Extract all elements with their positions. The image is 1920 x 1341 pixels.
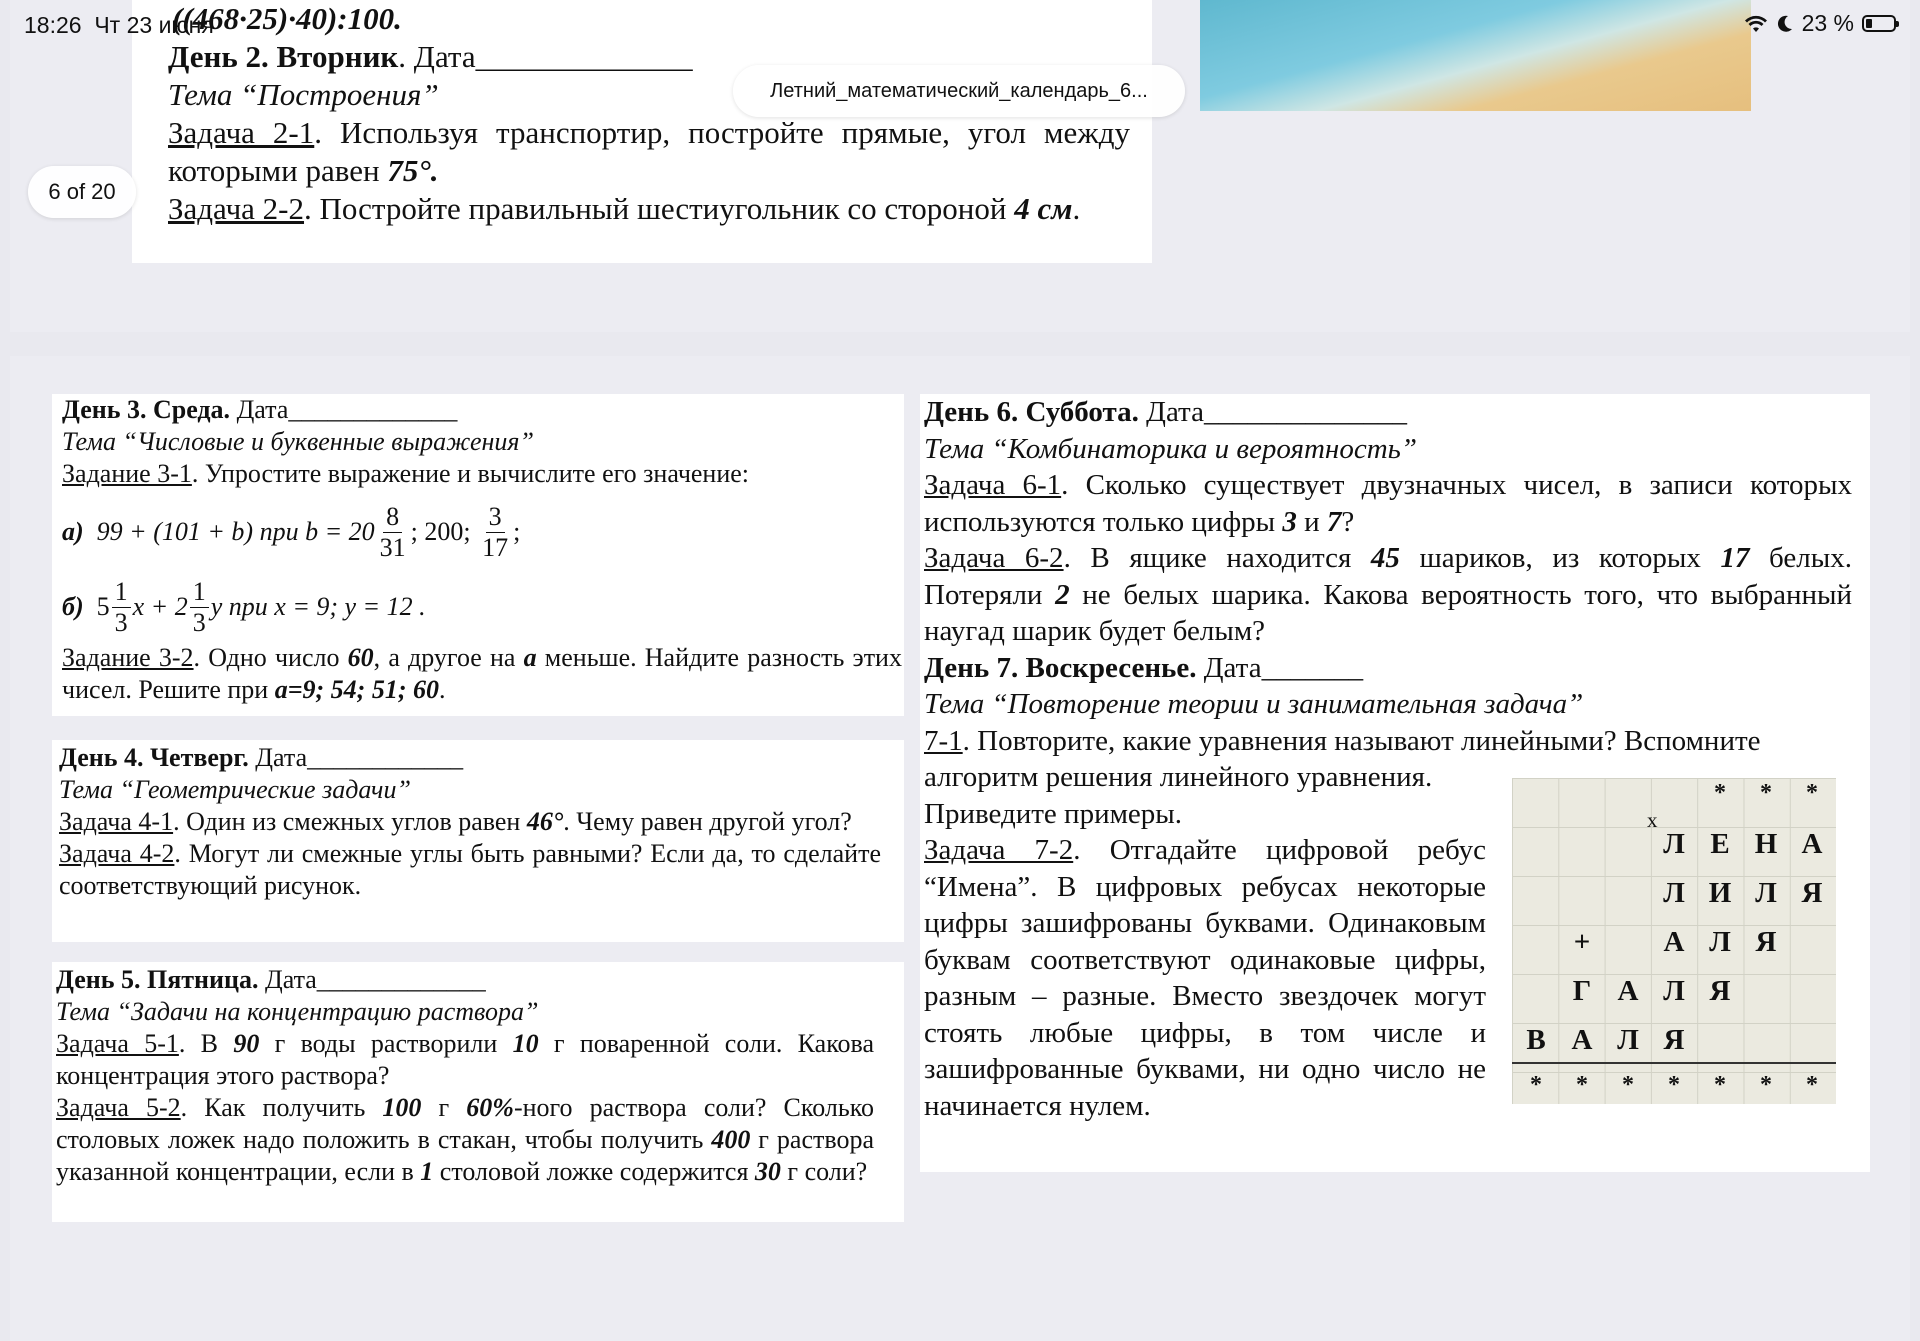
task-2-1: Задача 2-1. Используя транспортир, постр… bbox=[168, 115, 1130, 188]
rebus-puzzle: * * * x Л Е Н А Л И Л Я + А Л Я Г А Л Я … bbox=[1512, 778, 1836, 1104]
rebus-cell: Л bbox=[1617, 1024, 1639, 1056]
rebus-cell: Я bbox=[1801, 877, 1823, 909]
day5-block: День 5. Пятница. Дата_____________ Тема … bbox=[52, 962, 904, 1222]
task-6-1: Задача 6-1. Сколько существует двузначны… bbox=[924, 469, 1853, 538]
day3-theme: Тема “Числовые и буквенные выражения” bbox=[62, 427, 534, 456]
day6-theme: Тема “Комбинаторика и вероятность” bbox=[924, 432, 1417, 465]
rebus-cell: В bbox=[1526, 1024, 1546, 1056]
fraction-3-17: 3 17 bbox=[482, 501, 509, 562]
day7-heading: День 7. Воскресенье. Дата_______ bbox=[924, 651, 1364, 684]
rebus-star: * bbox=[1714, 1072, 1726, 1098]
rebus-cell: Я bbox=[1755, 926, 1777, 958]
task-3-1: Задание 3-1. Упростите выражение и вычис… bbox=[62, 459, 750, 488]
rebus-cell: А bbox=[1801, 828, 1823, 860]
rebus-cell: Л bbox=[1663, 877, 1685, 909]
task-7-2: Задача 7-2. Отгадайте цифровой ребус “Им… bbox=[924, 834, 1486, 1122]
rebus-star: * bbox=[1714, 780, 1726, 806]
task-3-1-b: б) 5 13 x + 2 13 y при x = 9; y = 12 . bbox=[62, 576, 426, 637]
rebus-star: * bbox=[1806, 780, 1818, 806]
day5-theme: Тема “Задачи на концентрацию раствора” bbox=[56, 997, 539, 1026]
rebus-star: * bbox=[1760, 1072, 1772, 1098]
task-5-2: Задача 5-2. Как получить 100 г 60%-ного … bbox=[56, 1093, 875, 1186]
day3-heading: День 3. Среда. Дата_____________ bbox=[62, 395, 458, 424]
rebus-plus-sign: + bbox=[1573, 926, 1591, 958]
thumbnail-beach-image bbox=[1200, 0, 1751, 111]
rebus-cell: А bbox=[1617, 975, 1639, 1007]
task-7-1: 7-1. Повторите, какие уравнения называют… bbox=[924, 724, 1761, 757]
fraction-1-3-a: 13 bbox=[111, 578, 131, 636]
fraction-1-3-b: 13 bbox=[189, 578, 209, 636]
document-title-pill[interactable]: Летний_математический_календарь_6... bbox=[733, 65, 1185, 117]
rebus-cell: Л bbox=[1663, 975, 1685, 1007]
task-3-2: Задание 3-2. Одно число 60, а другое на … bbox=[62, 643, 902, 704]
day3-block: День 3. Среда. Дата_____________ Тема “Ч… bbox=[52, 394, 904, 716]
rebus-cell: Л bbox=[1755, 877, 1777, 909]
task-5-1: Задача 5-1. В 90 г воды растворили 10 г … bbox=[56, 1029, 874, 1090]
rebus-cell: А bbox=[1571, 1024, 1593, 1056]
rebus-cell: А bbox=[1663, 926, 1685, 958]
rebus-star: * bbox=[1530, 1072, 1542, 1098]
rebus-star: * bbox=[1576, 1072, 1588, 1098]
rebus-cell: Н bbox=[1754, 828, 1778, 860]
rebus-star: * bbox=[1760, 780, 1772, 806]
day7-theme: Тема “Повторение теории и занимательная … bbox=[924, 688, 1584, 720]
task-3-1-a: а) 99 + (101 + b) при b = 20 8 31 ; 200; … bbox=[62, 501, 521, 562]
day6-heading: День 6. Суббота. Дата______________ bbox=[924, 396, 1407, 428]
rebus-cell: Я bbox=[1709, 975, 1731, 1007]
day5-heading: День 5. Пятница. Дата_____________ bbox=[56, 965, 486, 994]
rebus-star: * bbox=[1668, 1072, 1680, 1098]
rebus-cell: Г bbox=[1572, 975, 1592, 1007]
task-4-1: Задача 4-1. Один из смежных углов равен … bbox=[59, 807, 852, 836]
rebus-star: * bbox=[1806, 1072, 1818, 1098]
rebus-cell: Я bbox=[1663, 1024, 1685, 1056]
fraction-8-31: 8 31 bbox=[379, 501, 406, 562]
day4-block: День 4. Четверг. Дата____________ Тема “… bbox=[52, 740, 904, 942]
rebus-cell: Л bbox=[1663, 828, 1685, 860]
rebus-cell: Л bbox=[1709, 926, 1731, 958]
rebus-cell: И bbox=[1708, 877, 1732, 909]
task-6-2: Задача 6-2. В ящике находится 45 шариков… bbox=[924, 542, 1852, 647]
task-4-2: Задача 4-2. Могут ли смежные углы быть р… bbox=[59, 839, 881, 900]
task-2-2: Задача 2-2. Постройте правильный шестиуг… bbox=[168, 191, 1081, 226]
rebus-cell: Е bbox=[1710, 828, 1730, 860]
day4-theme: Тема “Геометрические задачи” bbox=[59, 775, 411, 804]
rebus-sum-line bbox=[1512, 1062, 1836, 1064]
page-counter[interactable]: 6 of 20 bbox=[28, 166, 136, 218]
rebus-star: * bbox=[1622, 1072, 1634, 1098]
day4-heading: День 4. Четверг. Дата____________ bbox=[59, 743, 464, 772]
expression-line: ((468·25)·40):100. bbox=[172, 1, 402, 36]
